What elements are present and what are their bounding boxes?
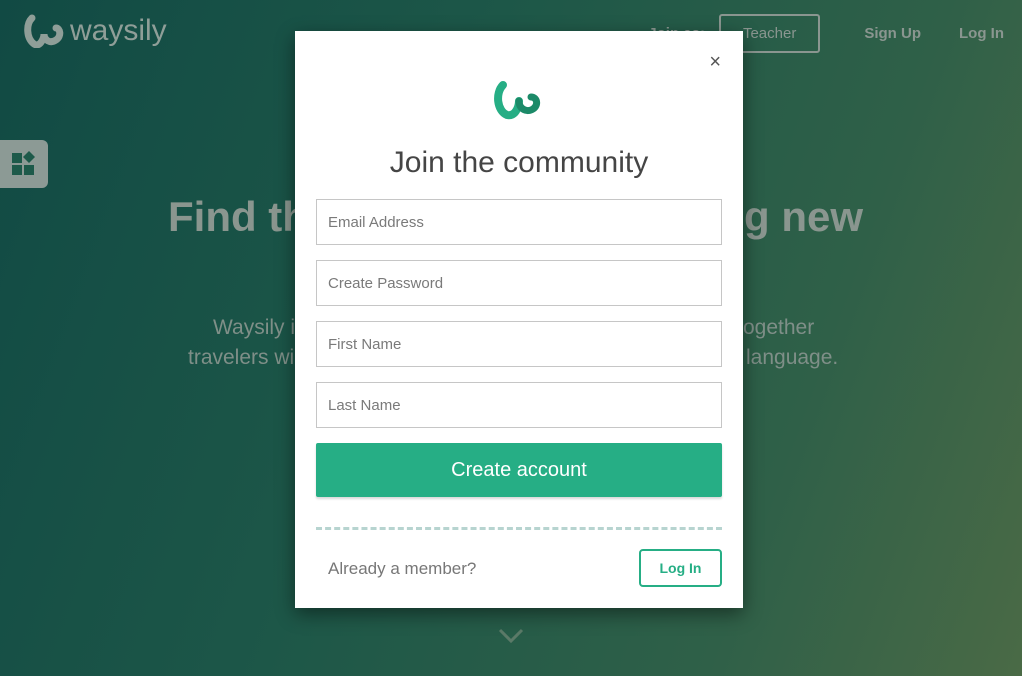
- apps-icon: [12, 151, 35, 175]
- scroll-down-chevron-icon[interactable]: [498, 628, 524, 644]
- brand-logo[interactable]: waysily: [24, 14, 167, 48]
- sign-up-link[interactable]: Sign Up: [864, 25, 921, 42]
- create-account-button[interactable]: Create account: [316, 443, 722, 497]
- log-in-link[interactable]: Log In: [959, 25, 1004, 42]
- modal-title: Join the community: [389, 146, 649, 179]
- waysily-logo-icon: [494, 81, 541, 120]
- password-field[interactable]: [316, 260, 722, 306]
- divider: [316, 527, 722, 530]
- hero-text-1-left: Waysily i: [213, 316, 296, 339]
- brand-name: waysily: [70, 14, 167, 47]
- hero-text-2-left: travelers wi: [188, 346, 295, 369]
- widget-toggle-button[interactable]: [0, 140, 48, 188]
- log-in-button[interactable]: Log In: [639, 549, 722, 587]
- last-name-field[interactable]: [316, 382, 722, 428]
- first-name-field[interactable]: [316, 321, 722, 367]
- close-icon[interactable]: ×: [709, 51, 721, 74]
- hero-text-2-right: language.: [746, 346, 839, 369]
- waysily-logo-icon: [24, 14, 64, 48]
- hero-text-1-right: ogether: [743, 316, 815, 339]
- already-member-text: Already a member?: [328, 559, 477, 578]
- email-field[interactable]: [316, 199, 722, 245]
- hero-headline-left: Find th: [168, 193, 308, 240]
- signup-modal: × Join the community Create account Alre…: [295, 31, 743, 608]
- hero-headline-right: g new: [744, 193, 864, 240]
